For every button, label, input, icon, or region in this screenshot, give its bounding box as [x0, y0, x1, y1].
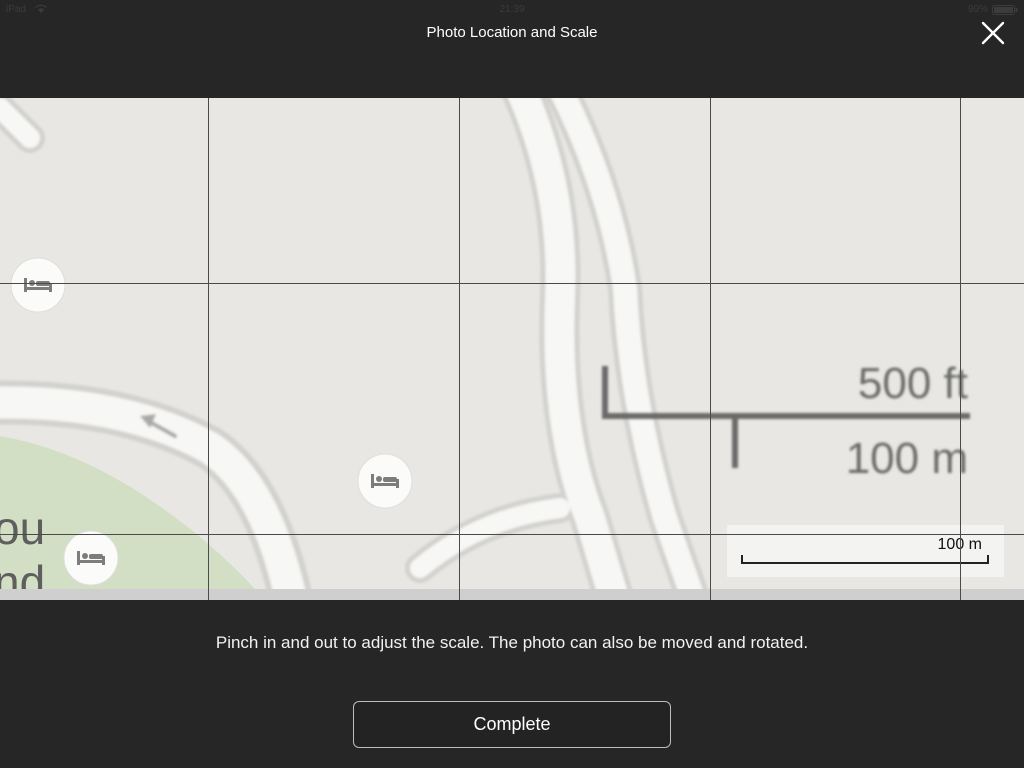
complete-button[interactable]: Complete: [353, 701, 671, 748]
battery-icon: [992, 5, 1018, 15]
map-scale-label: 100 m: [938, 536, 982, 553]
battery-percentage: 99%: [967, 4, 988, 15]
close-button[interactable]: [976, 16, 1010, 50]
poi-bed-icon[interactable]: [357, 453, 413, 509]
photo-bottom-edge: [0, 589, 1024, 600]
instruction-text: Pinch in and out to adjust the scale. Th…: [215, 633, 809, 652]
poi-bed-icon[interactable]: [63, 530, 119, 586]
photo-scale-top-label: 500 ft: [858, 359, 968, 408]
page-title: Photo Location and Scale: [426, 24, 598, 41]
poi-bed-icon[interactable]: [10, 257, 66, 313]
status-time: 21:39: [499, 4, 525, 15]
map-scale-widget: 100 m: [727, 525, 1004, 577]
map-view[interactable]: ou nd 500 ft 100 m 100 m: [0, 98, 1024, 600]
photo-scale-bottom-label: 100 m: [846, 434, 968, 483]
place-label: ou: [0, 502, 45, 554]
map-canvas[interactable]: ou nd 500 ft 100 m 100 m: [0, 98, 1024, 600]
close-icon: [981, 21, 1005, 45]
status-bar: iPad 21:39 99%: [0, 0, 1024, 20]
